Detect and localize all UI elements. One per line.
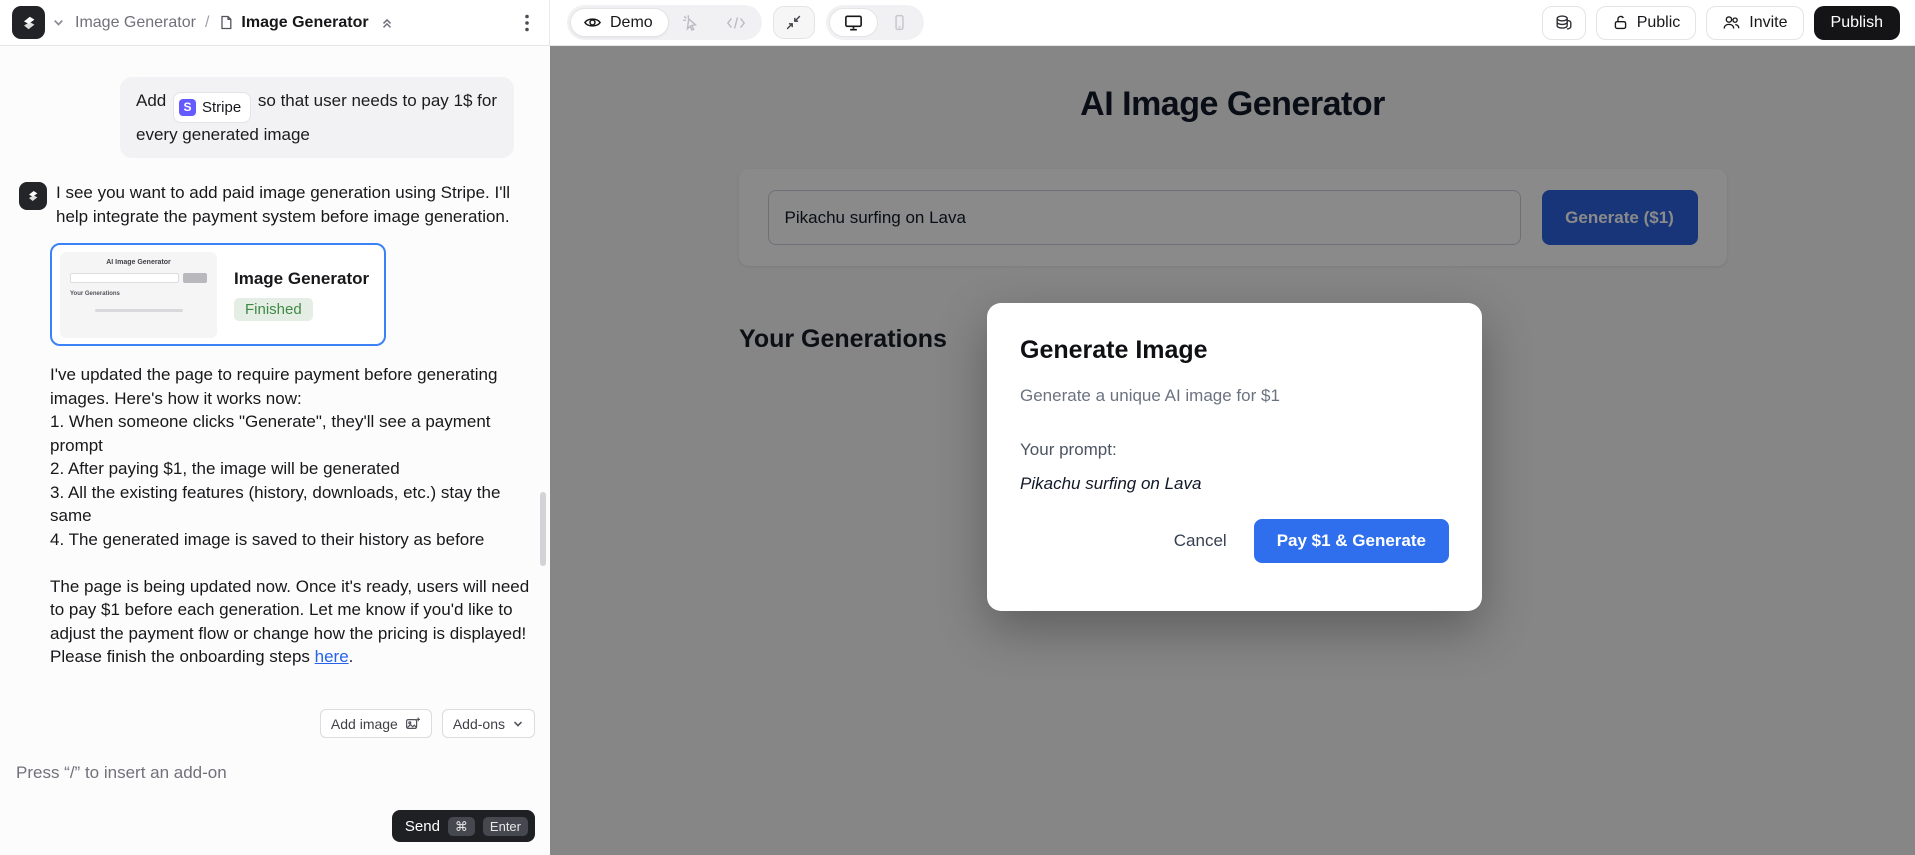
thumb-title: AI Image Generator [70,259,207,266]
stripe-icon: S [179,99,196,116]
onboarding-prefix: Please finish the onboarding steps [50,647,315,666]
user-message: Add S Stripe so that user needs to pay 1… [120,77,514,158]
device-desktop-button[interactable] [829,8,878,37]
invite-label: Invite [1749,14,1787,32]
collapse-breadcrumb-icon[interactable] [380,16,394,30]
addons-dropdown[interactable]: Add-ons [442,709,535,738]
modal-title: Generate Image [1020,336,1449,365]
publish-button[interactable]: Publish [1814,6,1900,40]
breadcrumb-separator: / [205,14,209,32]
generate-image-modal: Generate Image Generate a unique AI imag… [987,303,1482,611]
mode-segmented-control: Demo [567,5,762,40]
user-message-prefix: Add [136,91,166,110]
pay-generate-button[interactable]: Pay $1 & Generate [1254,519,1449,563]
composer: Add image Add-ons Press “/” to insert an [0,709,550,855]
stripe-chip-label: Stripe [202,95,241,120]
breadcrumb-project[interactable]: Image Generator [75,14,196,32]
cursor-icon [682,14,700,32]
add-image-label: Add image [331,716,398,732]
add-image-icon [405,716,421,732]
device-mobile-button[interactable] [878,10,921,35]
code-icon [726,15,746,31]
tab-select-element[interactable] [669,10,713,36]
thumb-button-shape [183,273,207,283]
modal-prompt-label: Your prompt: [1020,440,1449,460]
publish-label: Publish [1831,14,1883,32]
chevron-down-icon [512,718,524,730]
topbar-left: Image Generator / Image Generator [0,0,550,45]
chat-panel: Add S Stripe so that user needs to pay 1… [0,46,550,855]
tab-demo[interactable]: Demo [570,8,669,37]
thumb-generations-label: Your Generations [70,291,207,297]
assistant-message: I see you want to add paid image generat… [19,181,532,229]
device-segmented-control [826,5,924,40]
onboarding-link[interactable]: here [315,647,349,666]
desktop-icon [843,12,864,33]
version-title: Image Generator [234,269,369,289]
assistant-onboarding-line: Please finish the onboarding steps here. [50,645,534,669]
visibility-label: Public [1637,14,1681,32]
credits-button[interactable] [1542,6,1586,40]
preview-controls: Demo [550,5,924,40]
users-icon [1722,14,1741,31]
modal-prompt-value: Pikachu surfing on Lava [1020,474,1449,494]
visibility-button[interactable]: Public [1596,6,1697,40]
app-logo[interactable] [12,6,45,39]
eye-icon [583,13,602,32]
cancel-button[interactable]: Cancel [1155,520,1246,562]
stripe-chip[interactable]: S Stripe [174,93,250,122]
topbar-right: Public Invite Publish [1542,6,1915,40]
collapse-arrows-icon [785,14,802,31]
modal-subtitle: Generate a unique AI image for $1 [1020,386,1449,406]
invite-button[interactable]: Invite [1706,6,1803,40]
top-bar: Image Generator / Image Generator Demo [0,0,1915,46]
send-label: Send [405,818,440,835]
thumb-input-shape [70,273,179,283]
add-image-button[interactable]: Add image [320,709,432,738]
version-status-badge: Finished [234,298,313,321]
demo-label: Demo [610,14,653,32]
onboarding-suffix: . [349,647,354,666]
preview-area: AI Image Generator Generate ($1) Your Ge… [550,46,1915,855]
cmd-keycap: ⌘ [448,817,475,836]
version-card[interactable]: AI Image Generator Your Generations Imag… [50,243,386,346]
version-meta: Image Generator Finished [234,269,369,321]
tab-code[interactable] [713,11,759,35]
minimize-preview-button[interactable] [773,6,815,39]
addons-label: Add-ons [453,716,505,732]
chat-scrollbar-thumb[interactable] [540,492,546,566]
mobile-icon [890,13,909,32]
assistant-avatar [19,182,47,210]
lock-open-icon [1612,14,1629,31]
send-button[interactable]: Send ⌘ Enter [392,810,535,842]
version-thumbnail: AI Image Generator Your Generations [60,252,217,338]
logo-icon [19,13,39,33]
assistant-logo-icon [25,188,41,204]
panel-menu-icon[interactable] [519,10,535,36]
assistant-intro-text: I see you want to add paid image generat… [56,181,518,229]
breadcrumb-page[interactable]: Image Generator [241,14,368,32]
assistant-body-text: I've updated the page to require payment… [50,363,534,645]
page-icon [218,14,234,31]
coins-icon [1554,13,1574,33]
chat-input[interactable]: Press “/” to insert an add-on [16,763,535,787]
enter-keycap: Enter [483,817,528,836]
thumb-caption-bar [95,309,183,312]
project-dropdown-icon[interactable] [52,16,65,29]
